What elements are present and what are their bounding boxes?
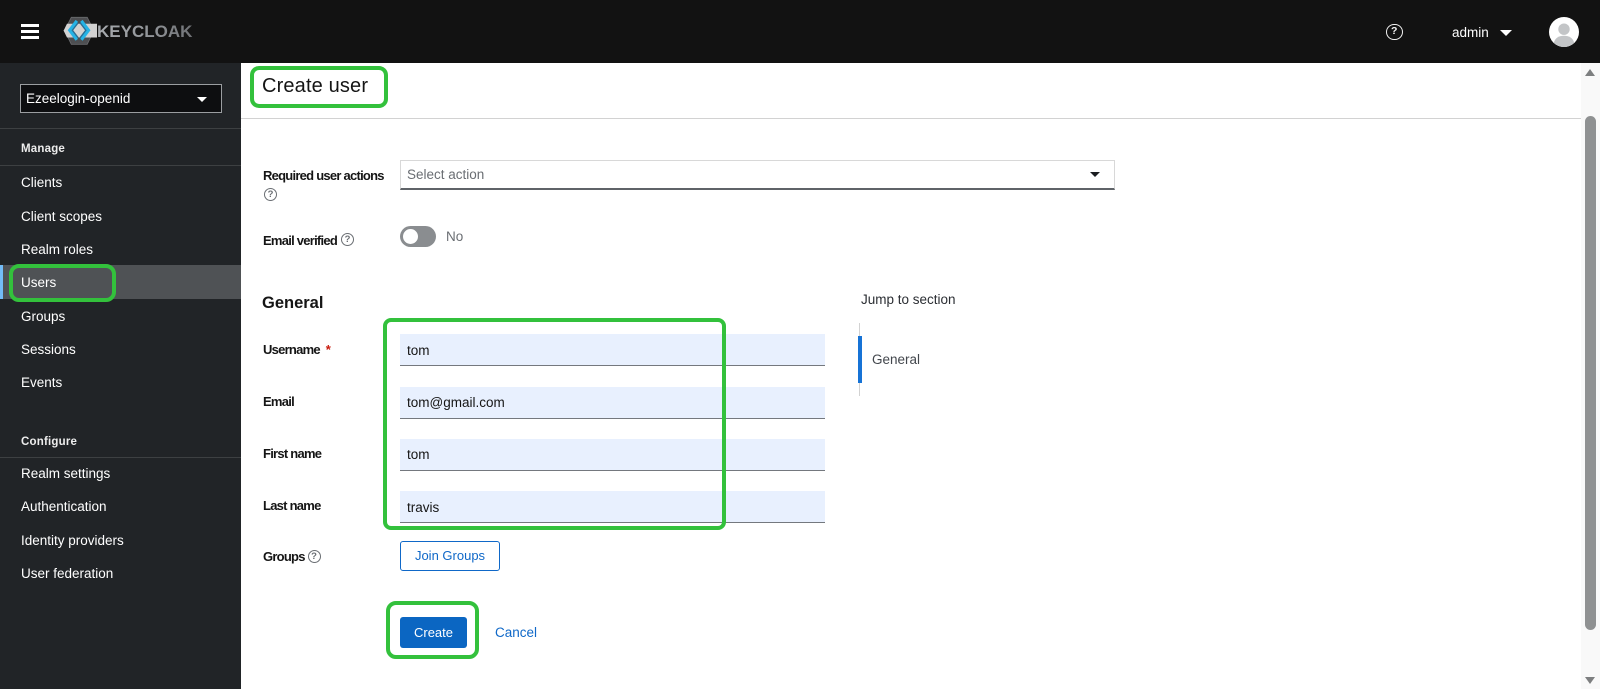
svg-text:KEYCLOAK: KEYCLOAK [97,22,193,41]
